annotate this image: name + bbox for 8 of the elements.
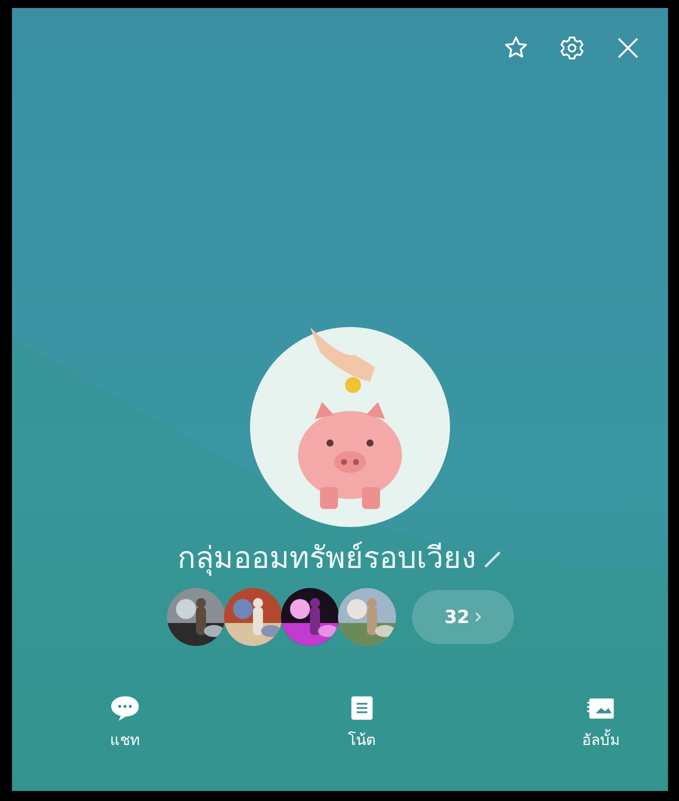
action-button[interactable]: แชท: [108, 691, 142, 750]
action-button[interactable]: อัลบั้ม: [582, 691, 620, 750]
edit-icon[interactable]: [482, 549, 502, 569]
settings-icon[interactable]: [558, 34, 586, 62]
member-count-button[interactable]: 32: [412, 590, 514, 644]
action-button[interactable]: โน้ต: [345, 691, 379, 750]
chevron-icon: [474, 611, 482, 623]
group-name: กลุ่มออมทรัพย์รอบเวียง: [178, 541, 476, 577]
